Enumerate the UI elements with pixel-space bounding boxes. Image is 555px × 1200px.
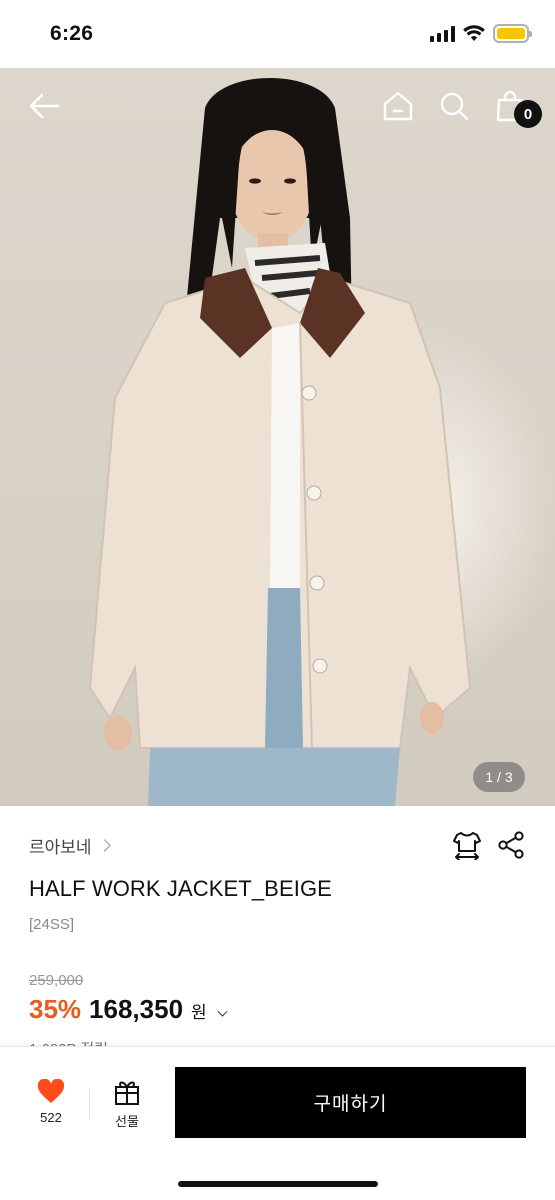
bottom-action-bar: 522 선물 구매하기 (0, 1046, 555, 1200)
brand-name: 르아보네 (29, 838, 92, 857)
home-button[interactable] (378, 86, 418, 126)
price-row[interactable]: 35% 168,350 원 (29, 994, 228, 1025)
gift-label: 선물 (115, 1114, 139, 1129)
status-icons (430, 24, 532, 43)
sale-price: 168,350 (89, 994, 184, 1024)
home-indicator (178, 1181, 378, 1187)
season-tag: [24SS] (29, 916, 75, 933)
battery-icon (493, 24, 532, 43)
discount-rate: 35% (29, 994, 82, 1024)
chevron-down-icon (217, 1006, 228, 1017)
product-name: HALF WORK JACKET_BEIGE (29, 876, 332, 901)
cellular-signal-icon (430, 25, 455, 42)
buy-button[interactable]: 구매하기 (175, 1067, 526, 1138)
divider (89, 1089, 90, 1119)
gift-icon (115, 1081, 139, 1105)
image-pager: 1 / 3 (473, 762, 525, 792)
currency-label: 원 (191, 1003, 207, 1022)
share-icon[interactable] (497, 830, 525, 860)
model-photo (88, 78, 472, 806)
search-icon (440, 92, 469, 121)
size-guide-icon[interactable] (453, 830, 481, 860)
like-count: 522 (40, 1110, 62, 1125)
product-image[interactable]: 0 1 / 3 (0, 68, 555, 806)
brand-link[interactable]: 르아보네 (29, 833, 111, 858)
cart-count-badge: 0 (514, 100, 542, 128)
status-bar: 6:26 (0, 0, 555, 68)
original-price: 259,000 (29, 972, 84, 989)
home-icon (383, 91, 413, 121)
cart-button[interactable]: 0 (490, 86, 542, 128)
chevron-right-icon (97, 839, 111, 852)
back-arrow-icon (29, 93, 60, 119)
like-button[interactable]: 522 (22, 1079, 80, 1125)
back-button[interactable] (24, 86, 64, 126)
product-actions (453, 830, 525, 860)
wifi-icon (463, 25, 485, 41)
gift-button[interactable]: 선물 (98, 1079, 156, 1130)
status-time: 6:26 (50, 22, 94, 45)
heart-icon (37, 1079, 65, 1103)
search-button[interactable] (434, 86, 474, 126)
product-info: 르아보네 HALF WORK JACKET_BEIGE [24SS] 259,0… (0, 806, 555, 1052)
